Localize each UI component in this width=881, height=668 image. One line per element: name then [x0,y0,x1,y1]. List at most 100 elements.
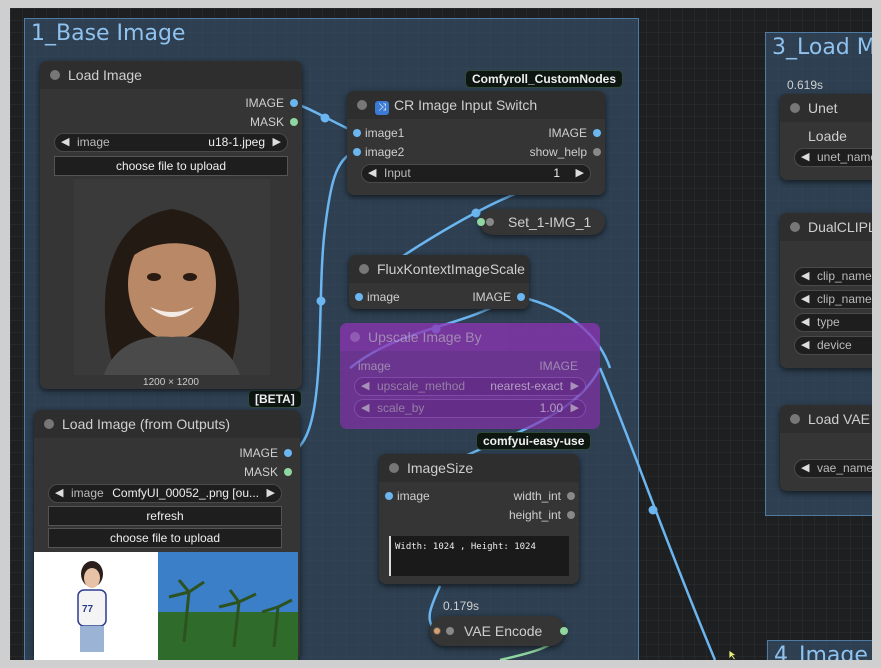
type-combo[interactable]: ◀ type [794,313,872,332]
beta-tag: [BETA] [248,390,302,408]
arrow-left-icon[interactable]: ◀ [55,485,63,502]
collapse-dot[interactable] [389,463,399,473]
output-width-int[interactable]: width_int [514,487,575,505]
output-image[interactable]: IMAGE [548,124,601,142]
arrow-right-icon[interactable]: ▶ [576,165,584,182]
arrow-left-icon[interactable]: ◀ [801,337,809,354]
output-image[interactable]: IMAGE [245,94,298,112]
output-show-help[interactable]: show_help [530,143,601,161]
output-mask[interactable]: MASK [250,113,298,131]
upscale-image-by-node[interactable]: Upscale Image By image IMAGE ◀ upscale_m… [340,323,600,429]
vae-name-combo[interactable]: ◀ vae_name [794,459,872,478]
flux-kontext-image-scale-node[interactable]: FluxKontextImageScale image IMAGE [349,255,529,309]
node-title[interactable]: DualCLIPL [780,213,872,241]
port-dot[interactable] [284,468,292,476]
load-vae-node[interactable]: Load VAE ◀ vae_name [780,405,872,491]
input-image[interactable]: image [358,357,391,375]
port-dot[interactable] [290,118,298,126]
collapse-dot[interactable] [790,414,800,424]
port-dot[interactable] [567,492,575,500]
collapse-dot[interactable] [357,100,367,110]
node-title[interactable]: Load Image [40,61,302,89]
arrow-left-icon[interactable]: ◀ [61,134,69,151]
load-image-node[interactable]: Load Image IMAGE MASK ◀ image u18-1.jpeg… [40,61,302,389]
node-title[interactable]: ImageSize [379,454,579,482]
widget-label: type [817,315,840,329]
node-title[interactable]: FluxKontextImageScale [349,255,529,283]
upload-button[interactable]: choose file to upload [48,528,282,548]
output-image[interactable]: IMAGE [472,288,525,306]
port-dot[interactable] [433,627,441,635]
node-title[interactable]: Upscale Image By [340,323,600,351]
scale-by-input[interactable]: ◀ scale_by 1.00 ▶ [354,399,586,418]
collapse-dot[interactable] [790,222,800,232]
collapse-dot[interactable] [350,332,360,342]
arrow-right-icon[interactable]: ▶ [571,378,579,395]
output-image[interactable]: IMAGE [239,444,292,462]
clip-name2-combo[interactable]: ◀ clip_name2 [794,290,872,309]
port-label: IMAGE [472,290,511,304]
widget-label: vae_name [817,461,872,475]
vae-encode-node[interactable]: VAE Encode [430,616,568,646]
port-dot[interactable] [353,129,361,137]
node-title[interactable]: ⤨ CR Image Input Switch [347,91,605,119]
output-height-int[interactable]: height_int [509,506,575,524]
arrow-left-icon[interactable]: ◀ [361,400,369,417]
arrow-right-icon[interactable]: ▶ [267,485,275,502]
input-image2[interactable]: image2 [353,143,404,161]
port-dot[interactable] [477,218,485,226]
collapse-dot[interactable] [50,70,60,80]
upload-button[interactable]: choose file to upload [54,156,288,176]
collapse-dot[interactable] [359,264,369,274]
collapse-dot[interactable] [446,627,454,635]
port-dot[interactable] [593,129,601,137]
dual-clip-loader-node[interactable]: DualCLIPL ◀ clip_name1 ◀ clip_name2 ◀ ty… [780,213,872,368]
port-dot[interactable] [284,449,292,457]
node-title[interactable]: Load Image (from Outputs) [34,410,300,438]
arrow-right-icon[interactable]: ▶ [273,134,281,151]
node-title[interactable]: Load VAE [780,405,872,433]
arrow-left-icon[interactable]: ◀ [801,314,809,331]
arrow-left-icon[interactable]: ◀ [368,165,376,182]
output-image[interactable]: IMAGE [539,357,578,375]
arrow-left-icon[interactable]: ◀ [801,149,809,166]
port-dot[interactable] [355,293,363,301]
load-image-outputs-node[interactable]: Load Image (from Outputs) IMAGE MASK ◀ i… [34,410,300,660]
port-dot[interactable] [593,148,601,156]
device-combo[interactable]: ◀ device [794,336,872,355]
port-dot[interactable] [385,492,393,500]
unet-loader-node[interactable]: Unet Loade ◀ unet_name [780,94,872,180]
node-canvas[interactable]: 1_Base Image 3_Load M 4_Image S Comfyrol… [10,8,872,660]
arrow-right-icon[interactable]: ▶ [571,400,579,417]
widget-value: 1.00 [539,401,563,415]
arrow-left-icon[interactable]: ◀ [801,268,809,285]
input-image[interactable]: image [385,487,430,505]
port-dot[interactable] [517,293,525,301]
arrow-left-icon[interactable]: ◀ [361,378,369,395]
arrow-left-icon[interactable]: ◀ [801,460,809,477]
unet-name-combo[interactable]: ◀ unet_name [794,148,872,167]
port-dot[interactable] [560,627,568,635]
clip-name1-combo[interactable]: ◀ clip_name1 [794,267,872,286]
input-image[interactable]: image [355,288,400,306]
collapse-dot[interactable] [44,419,54,429]
port-dot[interactable] [290,99,298,107]
refresh-button[interactable]: refresh [48,506,282,526]
upscale-method-combo[interactable]: ◀ upscale_method nearest-exact ▶ [354,377,586,396]
input-image1[interactable]: image1 [353,124,404,142]
set-node[interactable]: Set_1-IMG_1 [477,209,605,235]
output-mask[interactable]: MASK [244,463,292,481]
collapse-dot[interactable] [790,103,800,113]
cr-image-input-switch-node[interactable]: ⤨ CR Image Input Switch image1 image2 IMA… [347,91,605,195]
port-dot[interactable] [353,148,361,156]
arrow-left-icon[interactable]: ◀ [801,291,809,308]
node-title[interactable]: Unet Loade [780,94,872,144]
image-size-node[interactable]: ImageSize image width_int height_int Wid… [379,454,579,584]
input-select[interactable]: ◀ Input 1 ▶ [361,164,591,183]
node-title-text: Set_1-IMG_1 [508,214,592,230]
image-combo[interactable]: ◀ image ComfyUI_00052_.png [ou... ▶ [48,484,282,503]
collapse-dot[interactable] [486,218,494,226]
image-combo[interactable]: ◀ image u18-1.jpeg ▶ [54,133,288,152]
port-dot[interactable] [567,511,575,519]
vae-encode-timing: 0.179s [443,599,480,613]
